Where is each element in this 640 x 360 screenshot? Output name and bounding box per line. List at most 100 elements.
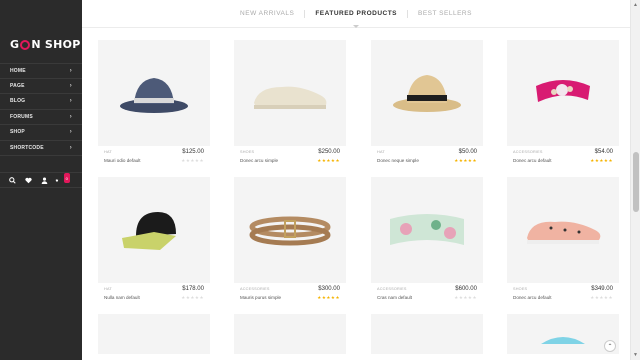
product-name[interactable]: Nulla nam default [104,295,140,300]
menu-item-shortcode[interactable]: SHORTCODE › [0,141,82,156]
star-icon: ★ [608,295,613,300]
product-card[interactable] [507,314,619,360]
product-price: $54.00 [594,149,613,155]
scroll-thumb[interactable] [633,152,639,212]
star-icon: ★ [608,158,613,163]
search-icon[interactable] [7,175,17,185]
sidebar-actions: 0 [0,172,82,188]
rating-stars: ★★★★★ [181,158,204,164]
star-icon: ★ [335,158,340,163]
chevron-right-icon: › [69,129,72,136]
product-price: $349.00 [591,286,613,292]
rating-stars: ★★★★★ [454,158,477,164]
product-image[interactable] [234,177,346,283]
menu-item-shop[interactable]: SHOP › [0,125,82,141]
product-name[interactable]: Mauri odio default [104,158,141,163]
product-card[interactable]: SHOES $349.00 Donec arcu default ★★★★★ [507,177,619,307]
product-name[interactable]: Cras nam default [377,295,412,300]
product-image[interactable] [98,40,210,146]
product-category: HAT [377,150,385,154]
menu-item-page[interactable]: PAGE › [0,79,82,94]
product-card[interactable]: HAT $50.00 Donec neque simple ★★★★★ [371,40,483,170]
product-image[interactable] [507,177,619,283]
product-price: $250.00 [318,149,340,155]
chevron-right-icon: › [69,113,72,120]
product-price: $125.00 [182,149,204,155]
product-image[interactable] [98,177,210,283]
product-card[interactable]: ACCESSORIES $300.00 Mauris purus simple … [234,177,346,307]
star-icon: ★ [335,295,340,300]
menu-item-home[interactable]: HOME › [0,63,82,79]
cart-count-badge: 0 [63,173,70,183]
product-image[interactable] [371,177,483,283]
product-card[interactable]: ACCESSORIES $600.00 Cras nam default ★★★… [371,177,483,307]
rating-stars: ★★★★★ [181,295,204,301]
star-icon: ★ [472,295,477,300]
menu-label: HOME [10,67,26,74]
product-card[interactable]: HAT $125.00 Mauri odio default ★★★★★ [98,40,210,170]
product-name[interactable]: Donec arcu default [513,158,552,163]
product-name[interactable]: Donec arcu simple [240,158,278,163]
chevron-right-icon: › [69,98,72,105]
product-image[interactable] [507,40,619,146]
product-image[interactable] [507,314,619,354]
product-card[interactable]: HAT $178.00 Nulla nam default ★★★★★ [98,177,210,307]
main-menu: HOME › PAGE › BLOG › FORUMS › SHOP › SHORTCOD… [0,63,82,156]
scroll-down-icon[interactable]: ▼ [633,352,638,358]
product-category: HAT [104,150,112,154]
rating-stars: ★★★★★ [317,158,340,164]
star-icon: ★ [472,158,477,163]
product-card[interactable]: SHOES $250.00 Donec arcu simple ★★★★★ [234,40,346,170]
menu-label: SHORTCODE [10,144,44,151]
logo-ring-icon [20,39,31,50]
product-category: ACCESSORIES [377,287,407,291]
rating-stars: ★★★★★ [317,295,340,301]
product-image[interactable] [371,314,483,354]
menu-item-blog[interactable]: BLOG › [0,94,82,110]
chevron-right-icon: › [69,67,72,74]
product-image[interactable] [371,40,483,146]
heart-icon[interactable] [23,175,33,185]
star-icon: ★ [199,295,204,300]
product-price: $50.00 [458,149,477,155]
logo-letter: N [31,38,41,51]
logo-word: SHOP [44,38,81,51]
product-card[interactable] [371,314,483,360]
user-icon[interactable] [39,175,49,185]
logo-letter: G [10,38,20,51]
chevron-right-icon: › [69,82,72,89]
star-icon: ★ [199,158,204,163]
main-content: NEW ARRIVALS FEATURED PRODUCTS BEST SELL… [82,0,630,360]
product-image[interactable] [234,40,346,146]
menu-label: BLOG [10,98,26,105]
product-card[interactable] [98,314,210,360]
chevron-right-icon: › [69,144,72,151]
tab-new-arrivals[interactable]: NEW ARRIVALS [230,9,306,18]
tab-featured-products[interactable]: FEATURED PRODUCTS [305,9,409,18]
menu-label: SHOP [10,129,25,136]
logo[interactable]: G N SHOP [10,38,81,51]
back-to-top-button[interactable]: ⌃ [604,340,616,352]
product-price: $300.00 [318,286,340,292]
product-name[interactable]: Mauris purus simple [240,295,281,300]
product-category: SHOES [513,287,528,291]
rating-stars: ★★★★★ [454,295,477,301]
product-name[interactable]: Donec arcu default [513,295,552,300]
product-card[interactable] [234,314,346,360]
product-card[interactable]: ACCESSORIES $54.00 Donec arcu default ★★… [507,40,619,170]
menu-item-forums[interactable]: FORUMS › [0,110,82,125]
product-name[interactable]: Donec neque simple [377,158,419,163]
menu-label: FORUMS [10,113,33,120]
product-category: SHOES [240,150,255,154]
product-price: $600.00 [455,286,477,292]
scrollbar[interactable]: ▲ ▼ [630,0,640,360]
product-image[interactable] [98,314,210,354]
product-category: ACCESSORIES [240,287,270,291]
scroll-up-icon[interactable]: ▲ [633,2,638,8]
tab-best-sellers[interactable]: BEST SELLERS [408,10,482,18]
product-price: $178.00 [182,286,204,292]
menu-label: PAGE [10,82,25,89]
product-image[interactable] [234,314,346,354]
cart-icon[interactable]: 0 [55,173,70,185]
rating-stars: ★★★★★ [590,295,613,301]
